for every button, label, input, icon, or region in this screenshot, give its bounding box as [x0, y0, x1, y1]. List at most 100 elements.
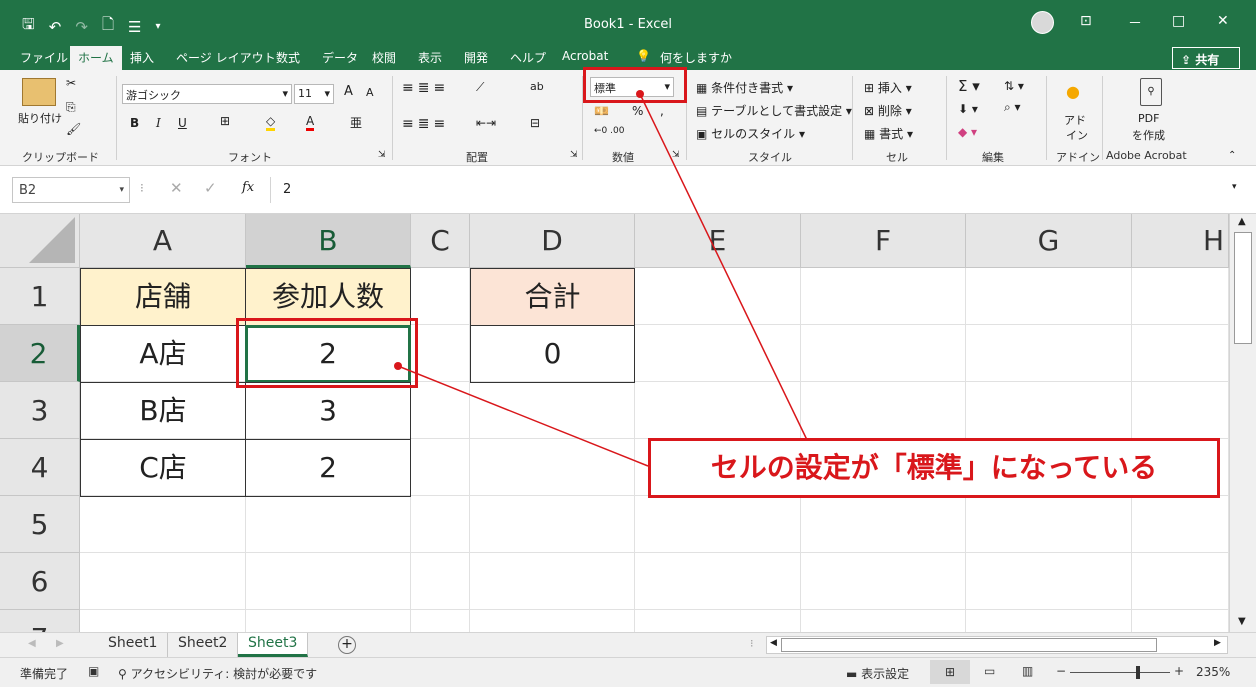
cell-a4[interactable]: C店: [80, 439, 246, 497]
scroll-up-icon[interactable]: ▲: [1238, 216, 1246, 227]
grid-cell[interactable]: [801, 268, 966, 325]
page-break-view-icon[interactable]: ▥: [1022, 664, 1033, 678]
percent-button[interactable]: %: [632, 104, 643, 118]
grid-cell[interactable]: [635, 553, 801, 610]
grid-cell[interactable]: [635, 610, 801, 632]
column-header-f[interactable]: F: [801, 214, 966, 268]
tab-review[interactable]: 校閲: [372, 49, 396, 66]
tab-page-layout[interactable]: ページ レイアウト: [176, 49, 276, 66]
grid-cell[interactable]: [1132, 382, 1229, 439]
grid-cell[interactable]: [966, 553, 1132, 610]
wrap-text-icon[interactable]: ab: [530, 80, 544, 93]
borders-icon[interactable]: ⊞: [220, 114, 230, 128]
column-header-g[interactable]: G: [966, 214, 1132, 268]
accessibility-status[interactable]: ⚲ アクセシビリティ: 検討が必要です: [118, 665, 317, 682]
cut-icon[interactable]: ✂: [66, 76, 76, 90]
cell-b4[interactable]: 2: [245, 439, 411, 497]
cell-styles-button[interactable]: ▣ セルのスタイル ▾: [696, 125, 805, 142]
format-painter-icon[interactable]: 🖌: [66, 122, 81, 136]
expand-formula-bar-icon[interactable]: ▾: [1232, 182, 1237, 192]
sheet-tab-sheet3[interactable]: Sheet3: [238, 633, 309, 657]
collapse-ribbon-icon[interactable]: ⌃: [1228, 150, 1236, 161]
enter-icon[interactable]: ✓: [204, 179, 217, 197]
conditional-formatting-button[interactable]: ▦ 条件付き書式 ▾: [696, 79, 793, 96]
zoom-level[interactable]: 235%: [1196, 665, 1230, 679]
grid-cell[interactable]: [470, 496, 635, 553]
grid-cell[interactable]: [635, 382, 801, 439]
tab-insert[interactable]: 挿入: [130, 49, 154, 66]
delete-cells-button[interactable]: ⊠ 削除 ▾: [864, 102, 912, 119]
column-header-h[interactable]: H: [1132, 214, 1229, 268]
font-size-select[interactable]: 11 ▾: [294, 84, 334, 104]
minimize-button[interactable]: －: [1128, 13, 1142, 33]
cell-d2[interactable]: 0: [470, 325, 635, 383]
column-header-c[interactable]: C: [411, 214, 470, 268]
formula-input[interactable]: 2: [270, 177, 1246, 203]
paste-button[interactable]: 貼り付け: [18, 110, 62, 126]
next-sheet-icon[interactable]: ▶: [56, 638, 64, 649]
grid-cell[interactable]: [966, 325, 1132, 382]
tab-file[interactable]: ファイル: [20, 49, 68, 66]
create-pdf-line1[interactable]: PDF: [1138, 112, 1159, 125]
zoom-out-icon[interactable]: −: [1056, 664, 1066, 678]
display-settings-button[interactable]: ▬ 表示設定: [846, 665, 909, 682]
column-header-e[interactable]: E: [635, 214, 801, 268]
restore-button[interactable]: □: [1172, 13, 1185, 29]
column-header-d[interactable]: D: [470, 214, 635, 268]
grid-cell[interactable]: [801, 553, 966, 610]
indent-icons[interactable]: ⇤⇥: [476, 116, 496, 130]
tell-me-search[interactable]: 何をしますか: [660, 49, 732, 66]
tab-help[interactable]: ヘルプ: [510, 49, 546, 66]
grid-cell[interactable]: [246, 553, 411, 610]
grid-cell[interactable]: [966, 268, 1132, 325]
shrink-font-button[interactable]: A: [366, 86, 374, 99]
phonetic-icon[interactable]: 亜: [350, 114, 362, 131]
tab-home[interactable]: ホーム: [70, 46, 122, 70]
grid-cell[interactable]: [411, 610, 470, 632]
grid-cell[interactable]: [411, 268, 470, 325]
grid-cell[interactable]: [80, 496, 246, 553]
clipboard-icon[interactable]: [22, 78, 56, 106]
prev-sheet-icon[interactable]: ◀: [28, 638, 36, 649]
create-pdf-icon[interactable]: ⚲: [1140, 78, 1162, 106]
cell-b3[interactable]: 3: [245, 382, 411, 440]
close-button[interactable]: ✕: [1217, 13, 1229, 29]
fill-color-icon[interactable]: ◇: [266, 114, 276, 131]
grid-cell[interactable]: [801, 325, 966, 382]
grid-cell[interactable]: [635, 268, 801, 325]
grid-cell[interactable]: [470, 439, 635, 496]
user-avatar[interactable]: [1031, 11, 1054, 34]
zoom-slider-thumb[interactable]: [1136, 666, 1140, 679]
vertical-scroll-thumb[interactable]: [1234, 232, 1252, 344]
horizontal-scrollbar[interactable]: ◀: [766, 636, 1228, 654]
sheet-tab-sheet2[interactable]: Sheet2: [168, 633, 239, 657]
grid-cell[interactable]: [470, 610, 635, 632]
font-name-select[interactable]: 游ゴシック ▾: [122, 84, 292, 104]
grid-cell[interactable]: [801, 496, 966, 553]
copy-icon[interactable]: ⎘: [66, 100, 76, 115]
tab-view[interactable]: 表示: [418, 49, 442, 66]
ribbon-display-icon[interactable]: ⊡: [1080, 13, 1092, 29]
sort-filter-icon[interactable]: ⇅ ▾: [1004, 79, 1024, 93]
cell-a2[interactable]: A店: [80, 325, 246, 383]
page-layout-view-icon[interactable]: ▭: [984, 664, 995, 678]
grid-cell[interactable]: [80, 553, 246, 610]
column-header-b[interactable]: B: [246, 214, 411, 268]
increase-decimal-icon[interactable]: ←0 .00: [594, 126, 624, 136]
dialog-launcher-icon[interactable]: ⇲: [570, 150, 578, 160]
grid-cell[interactable]: [1132, 610, 1229, 632]
grid-cell[interactable]: [966, 382, 1132, 439]
format-cells-button[interactable]: ▦ 書式 ▾: [864, 125, 913, 142]
insert-cells-button[interactable]: ⊞ 挿入 ▾: [864, 79, 912, 96]
grid-cell[interactable]: [411, 382, 470, 439]
horizontal-scroll-thumb[interactable]: [781, 638, 1157, 652]
merge-center-icon[interactable]: ⊟: [530, 116, 540, 130]
cancel-icon[interactable]: ✕: [170, 179, 183, 197]
share-button[interactable]: ⇪ 共有: [1172, 47, 1240, 69]
create-pdf-line2[interactable]: を作成: [1132, 127, 1165, 143]
font-color-icon[interactable]: A: [306, 114, 315, 131]
cell-d1[interactable]: 合計: [470, 268, 635, 326]
grid-cell[interactable]: [635, 496, 801, 553]
underline-button[interactable]: U: [178, 116, 187, 130]
column-header-a[interactable]: A: [80, 214, 246, 268]
